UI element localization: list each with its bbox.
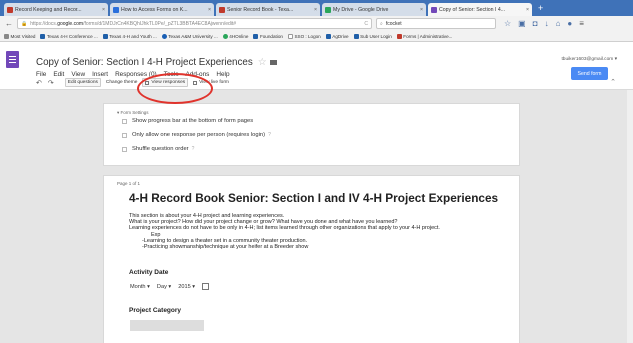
browser-tab-senior-record-book[interactable]: Senior Record Book - Texa... × — [216, 3, 320, 16]
close-tab-icon[interactable]: × — [314, 7, 317, 13]
search-icon: ⌕ — [380, 20, 383, 27]
browser-nav-bar: ← 🔒 https://docs. google.com/forms/d/1MDJ… — [0, 16, 633, 31]
option-show-progress-bar[interactable]: Show progress bar at the bottom of form … — [122, 118, 253, 124]
redo-icon[interactable]: ↷ — [48, 79, 54, 87]
bookmark-star-icon[interactable]: ☆ — [504, 19, 511, 28]
pocket-icon[interactable]: ◘ — [533, 19, 538, 28]
annotation-circle — [137, 73, 213, 104]
document-title[interactable]: Copy of Senior: Section I 4-H Project Ex… — [36, 57, 277, 68]
activity-date-picker: Month ▾ Day ▾ 2015 ▾ — [130, 283, 210, 290]
bookmark-item[interactable]: AgDrive — [325, 33, 349, 39]
project-category-input[interactable] — [130, 320, 204, 331]
change-theme-button[interactable]: Change theme — [106, 80, 137, 85]
form-description[interactable]: This section is about your 4-H project a… — [129, 213, 440, 250]
close-tab-icon[interactable]: × — [420, 7, 423, 13]
checkbox[interactable] — [122, 132, 127, 138]
tab-favicon-icon — [113, 6, 119, 13]
option-one-response-per-person[interactable]: Only allow one response per person (requ… — [122, 132, 271, 138]
search-value: fcocket — [385, 20, 402, 27]
bookmark-icon — [222, 33, 228, 39]
sync-icon[interactable]: ● — [567, 19, 572, 28]
tab-label: Senior Record Book - Texa... — [227, 6, 294, 13]
undo-icon[interactable]: ↶ — [36, 79, 42, 87]
browser-tab-how-to-access[interactable]: How to Access Forms on K... × — [110, 3, 214, 16]
bookmark-item[interactable]: Most Visited — [4, 33, 35, 39]
help-icon[interactable]: ? — [192, 146, 195, 152]
bookmarks-bar: Most Visited Texas 4-H Conference ... Te… — [0, 31, 633, 42]
tab-label: Copy of Senior: Section I 4... — [439, 6, 506, 13]
tab-label: Record Keeping and Recor... — [15, 6, 82, 13]
collapse-header-icon[interactable]: ⌃ — [610, 78, 616, 86]
checkbox[interactable] — [122, 146, 127, 152]
refresh-icon[interactable]: C — [364, 21, 368, 27]
page-indicator: Page 1 of 1 — [117, 181, 141, 186]
back-icon[interactable]: ← — [4, 19, 14, 28]
bookmark-icon — [161, 33, 167, 39]
bookmark-icon — [4, 33, 9, 39]
form-settings-card: ▾ Form Settings Show progress bar at the… — [103, 103, 520, 166]
tab-favicon-icon — [219, 6, 225, 13]
url-domain: google.com — [57, 20, 84, 27]
undo-redo: ↶ ↷ — [36, 79, 60, 87]
tab-label: How to Access Forms on K... — [121, 6, 188, 13]
month-select[interactable]: Month ▾ — [130, 284, 150, 290]
form-page-card: Page 1 of 1 4-H Record Book Senior: Sect… — [103, 175, 520, 343]
star-icon[interactable]: ☆ — [258, 57, 267, 68]
forms-logo-icon[interactable] — [6, 51, 19, 68]
edit-questions-button[interactable]: Edit questions — [64, 78, 101, 87]
tab-favicon-icon — [7, 6, 13, 13]
bookmark-icon — [253, 33, 259, 39]
close-tab-icon[interactable]: × — [526, 7, 529, 13]
bookmark-item[interactable]: Texas A&M University ... — [161, 33, 218, 39]
project-category-label[interactable]: Project Category — [129, 307, 181, 314]
bookmark-icon — [287, 33, 293, 39]
browser-tab-my-drive[interactable]: My Drive - Google Drive × — [322, 3, 426, 16]
page-scrollbar[interactable] — [627, 90, 633, 343]
new-tab-button[interactable]: + — [538, 3, 543, 13]
tab-favicon-icon — [325, 6, 331, 13]
bookmark-item[interactable]: Forms | Administrative... — [396, 33, 452, 39]
url-prefix: https://docs. — [30, 20, 58, 27]
year-select[interactable]: 2015 ▾ — [178, 284, 195, 290]
url-path: /forms/d/1MDJrCn4KBQhIJhkTL0Pe/_pZTL3BBT… — [83, 20, 237, 27]
close-tab-icon[interactable]: × — [102, 7, 105, 13]
forms-toolbar: ↶ ↷ Edit questions Change theme View resp… — [0, 75, 633, 90]
bookmark-item[interactable]: Texas 4-H Conference ... — [40, 33, 98, 39]
form-settings-label[interactable]: ▾ Form Settings — [117, 110, 149, 116]
bookmark-icon — [102, 33, 108, 39]
lock-icon: 🔒 — [21, 20, 28, 27]
home-icon[interactable]: ⌂ — [556, 19, 561, 28]
activity-date-label[interactable]: Activity Date — [129, 269, 168, 276]
bookmark-icon — [396, 33, 402, 39]
checkbox[interactable] — [122, 118, 127, 124]
help-icon[interactable]: ? — [268, 132, 271, 138]
form-title[interactable]: 4-H Record Book Senior: Section I and IV… — [129, 191, 498, 205]
bookmark-item[interactable]: Sub User Login — [353, 33, 392, 39]
browser-tab-strip: Record Keeping and Recor... × How to Acc… — [0, 0, 633, 16]
user-account[interactable]: tbuiker1603@gmail.com ▾ — [561, 57, 617, 62]
browser-tab-record-keeping[interactable]: Record Keeping and Recor... × — [4, 3, 108, 16]
bookmark-icon — [325, 33, 331, 39]
browser-search-input[interactable]: ⌕ fcocket — [376, 18, 496, 29]
clipboard-icon[interactable]: ▣ — [518, 19, 526, 28]
bookmark-item[interactable]: Foundation — [253, 33, 283, 39]
downloads-icon[interactable]: ↓ — [545, 19, 549, 28]
tab-label: My Drive - Google Drive — [333, 6, 389, 13]
browser-tab-copy-of-senior[interactable]: Copy of Senior: Section I 4... × — [428, 3, 532, 16]
calendar-icon[interactable] — [202, 283, 210, 290]
day-select[interactable]: Day ▾ — [157, 284, 171, 290]
tab-favicon-icon — [431, 6, 437, 13]
bookmark-item[interactable]: SSO : Logon — [287, 33, 321, 39]
folder-icon[interactable] — [269, 59, 277, 65]
close-tab-icon[interactable]: × — [208, 7, 211, 13]
form-editor-canvas: ▾ Form Settings Show progress bar at the… — [0, 90, 633, 343]
bookmark-item[interactable]: 4HOnline — [222, 33, 248, 39]
address-bar[interactable]: 🔒 https://docs. google.com/forms/d/1MDJrC… — [17, 18, 372, 29]
menu-icon[interactable]: ≡ — [579, 19, 584, 28]
bookmark-item[interactable]: Texas 4-H and Youth ... — [102, 33, 157, 39]
bookmark-icon — [353, 33, 359, 39]
bookmark-icon — [40, 33, 46, 39]
option-shuffle-question-order[interactable]: Shuffle question order ? — [122, 146, 194, 152]
